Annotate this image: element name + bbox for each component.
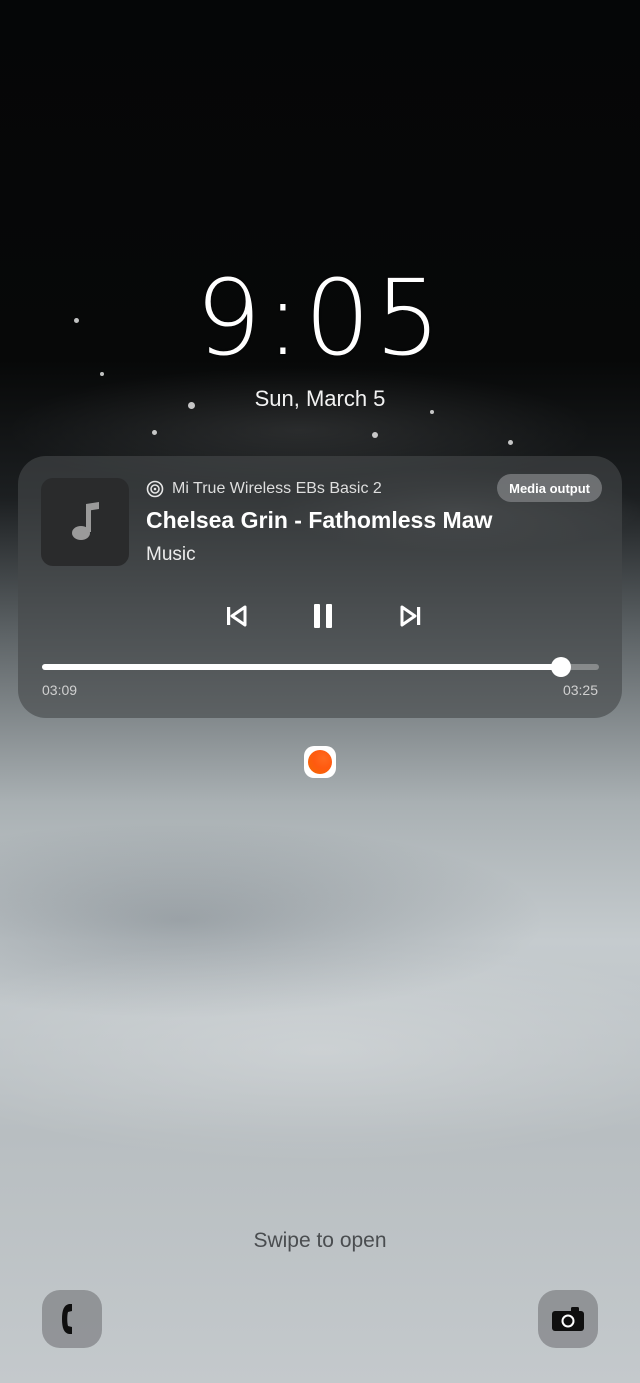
previous-track-icon <box>227 605 247 627</box>
camera-shortcut-button[interactable] <box>538 1290 598 1348</box>
pause-icon <box>314 604 332 628</box>
music-note-icon <box>72 502 99 540</box>
media-output-button[interactable]: Media output <box>497 474 602 502</box>
album-art <box>41 478 129 566</box>
lockscreen-clock: 9:05 <box>195 257 445 379</box>
lockscreen-date: Sun, March 5 <box>254 386 386 411</box>
song-title: Chelsea Grin - Fathomless Maw <box>146 507 493 533</box>
playback-progress-bar[interactable] <box>42 657 599 677</box>
media-player-card[interactable]: Mi True Wireless EBs Basic 2 Media outpu… <box>18 456 622 718</box>
next-track-button[interactable] <box>389 596 433 636</box>
earbuds-icon <box>146 480 164 498</box>
notification-app-icon[interactable] <box>304 746 336 778</box>
phone-shortcut-button[interactable] <box>42 1290 102 1348</box>
device-name: Mi True Wireless EBs Basic 2 <box>172 480 382 497</box>
background-splash <box>152 430 157 435</box>
playback-progress-thumb[interactable] <box>550 657 571 677</box>
media-output-device: Mi True Wireless EBs Basic 2 <box>146 480 382 498</box>
notification-dot <box>308 750 332 774</box>
next-track-icon <box>400 605 421 627</box>
playback-controls <box>18 596 622 636</box>
elapsed-time: 03:09 <box>42 682 78 698</box>
playback-progress-fill <box>42 664 561 670</box>
background-splash <box>100 372 104 376</box>
background-splash <box>372 432 378 438</box>
media-app-name: Music <box>146 544 196 565</box>
swipe-to-open-hint: Swipe to open <box>253 1229 387 1252</box>
total-time: 03:25 <box>562 682 598 698</box>
phone-icon <box>62 1304 72 1334</box>
background-splash <box>508 440 513 445</box>
pause-button[interactable] <box>301 596 345 636</box>
camera-icon <box>552 1307 584 1331</box>
previous-track-button[interactable] <box>214 596 258 636</box>
